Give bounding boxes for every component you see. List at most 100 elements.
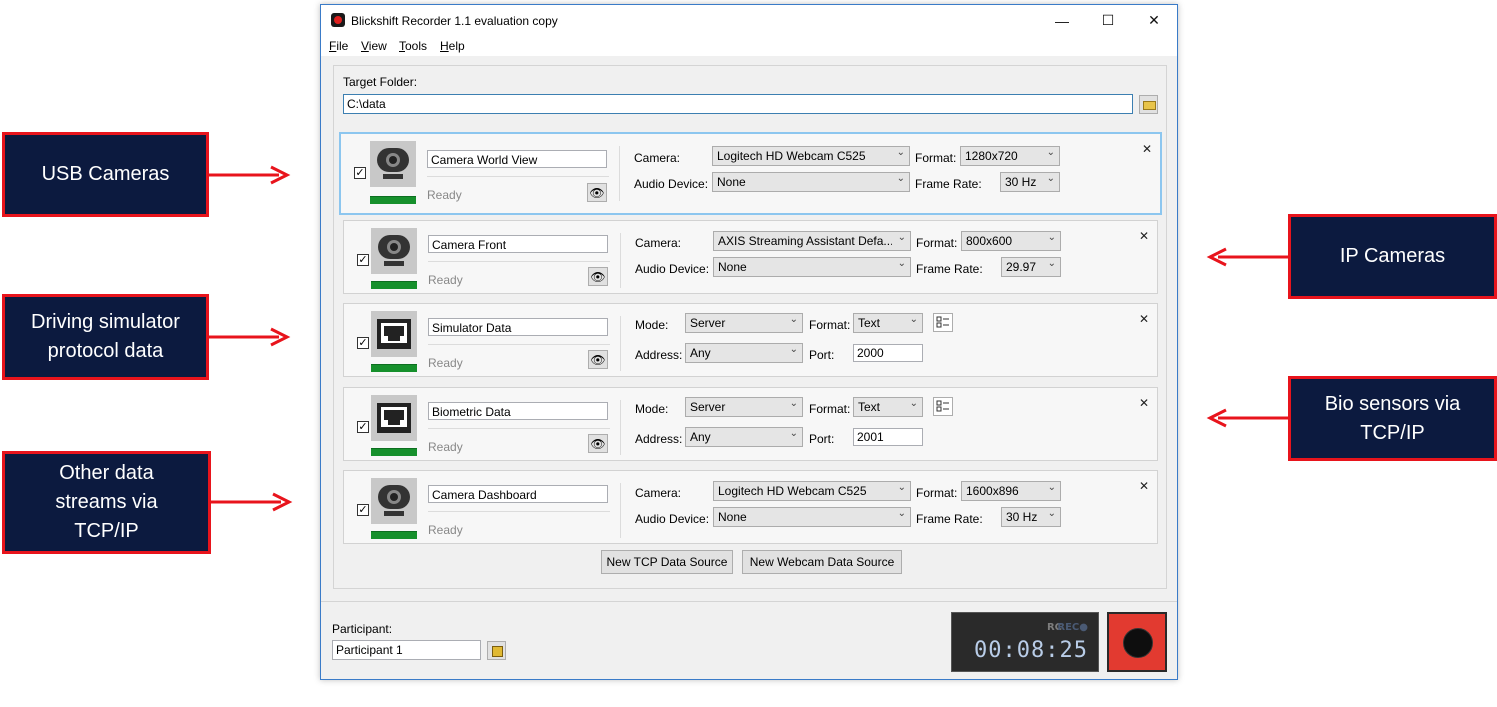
recording-timer-display: RC REC● 00:08:25 xyxy=(951,612,1099,672)
field-label: Address: xyxy=(635,432,683,446)
new-webcam-data-source-button[interactable]: New Webcam Data Source xyxy=(742,550,902,574)
frame-rate-select[interactable]: 30 Hz ⌄ xyxy=(1000,172,1060,192)
chevron-down-icon: ⌄ xyxy=(897,258,906,269)
camera-select[interactable]: Logitech HD Webcam C525 ⌄ xyxy=(713,481,911,501)
menu-label: ile xyxy=(336,39,349,53)
list-settings-button[interactable] xyxy=(933,397,953,416)
remove-source-button[interactable]: ✕ xyxy=(1139,229,1149,243)
select-value: 800x600 xyxy=(966,234,1013,248)
menu-file[interactable]: File xyxy=(329,39,348,53)
preview-button[interactable]: 👁 xyxy=(588,267,608,286)
select-value: 30 Hz xyxy=(1005,175,1037,189)
source-enabled-checkbox[interactable]: ✓ xyxy=(357,421,369,433)
camera-select[interactable]: Logitech HD Webcam C525 ⌄ xyxy=(712,146,910,166)
webcam-icon xyxy=(371,478,417,524)
format-select[interactable]: 1600x896 ⌄ xyxy=(961,481,1061,501)
source-name-input[interactable]: Camera World View xyxy=(427,150,607,168)
participant-label: Participant: xyxy=(332,622,393,636)
port-input[interactable]: 2000 xyxy=(853,344,923,362)
remove-source-button[interactable]: ✕ xyxy=(1139,479,1149,493)
maximize-button[interactable]: ☐ xyxy=(1085,5,1131,36)
audio-device-select[interactable]: None ⌄ xyxy=(712,172,910,192)
chevron-down-icon: ⌄ xyxy=(789,314,798,325)
preview-button[interactable]: 👁 xyxy=(588,350,608,369)
menu-tools[interactable]: Tools xyxy=(399,39,427,53)
source-enabled-checkbox[interactable]: ✓ xyxy=(354,167,366,179)
callout-usb-cameras: USB Cameras xyxy=(2,132,209,217)
menu-label: elp xyxy=(448,39,465,53)
rec-indicator: REC● xyxy=(1057,622,1088,633)
close-window-button[interactable]: ✕ xyxy=(1131,5,1177,36)
menu-view[interactable]: View xyxy=(361,39,387,53)
format-select[interactable]: Text ⌄ xyxy=(853,397,923,417)
app-window: Blickshift Recorder 1.1 evaluation copy … xyxy=(320,4,1178,680)
browse-folder-button[interactable] xyxy=(1139,95,1158,114)
source-name-input[interactable]: Biometric Data xyxy=(428,402,608,420)
divider xyxy=(428,511,610,512)
format-select[interactable]: 1280x720 ⌄ xyxy=(960,146,1060,166)
divider xyxy=(620,400,621,455)
port-input[interactable]: 2001 xyxy=(853,428,923,446)
select-value: Server xyxy=(690,400,726,414)
remove-source-button[interactable]: ✕ xyxy=(1139,312,1149,326)
save-participant-button[interactable] xyxy=(487,641,506,660)
format-select[interactable]: 800x600 ⌄ xyxy=(961,231,1061,251)
field-label: Address: xyxy=(635,348,683,362)
menu-accel: H xyxy=(440,39,449,53)
data-source-card: ✓ Camera World View Ready 👁 Camera: Logi… xyxy=(339,132,1162,215)
field-label: Format: xyxy=(916,236,958,250)
remove-source-button[interactable]: ✕ xyxy=(1139,396,1149,410)
data-source-card: ✓ Camera Front Ready 👁 Camera: AXIS Stre… xyxy=(343,220,1158,294)
list-settings-button[interactable] xyxy=(933,313,953,332)
address-select[interactable]: Any ⌄ xyxy=(685,427,803,447)
status-bar xyxy=(371,364,417,372)
audio-device-select[interactable]: None ⌄ xyxy=(713,507,911,527)
menu-help[interactable]: Help xyxy=(440,39,465,53)
target-folder-label: Target Folder: xyxy=(343,75,418,89)
select-value: AXIS Streaming Assistant Defa... xyxy=(718,234,892,248)
divider xyxy=(619,146,620,201)
frame-rate-select[interactable]: 30 Hz ⌄ xyxy=(1001,507,1061,527)
callout-other-streams: Other data streams via TCP/IP xyxy=(2,451,211,554)
divider xyxy=(620,483,621,538)
menu-bar: File View Tools Help xyxy=(321,36,1177,56)
preview-button[interactable]: 👁 xyxy=(588,434,608,453)
new-tcp-data-source-button[interactable]: New TCP Data Source xyxy=(601,550,733,574)
minimize-button[interactable]: — xyxy=(1039,5,1085,36)
target-folder-input[interactable]: C:\data xyxy=(343,94,1133,114)
source-name-input[interactable]: Camera Front xyxy=(428,235,608,253)
chevron-down-icon: ⌄ xyxy=(1046,147,1055,158)
participant-input[interactable]: Participant 1 xyxy=(332,640,481,660)
divider xyxy=(620,316,621,371)
source-name-input[interactable]: Camera Dashboard xyxy=(428,485,608,503)
record-button[interactable] xyxy=(1107,612,1167,672)
title-bar[interactable]: Blickshift Recorder 1.1 evaluation copy … xyxy=(321,5,1177,36)
format-select[interactable]: Text ⌄ xyxy=(853,313,923,333)
source-name-input[interactable]: Simulator Data xyxy=(428,318,608,336)
address-select[interactable]: Any ⌄ xyxy=(685,343,803,363)
remove-source-button[interactable]: ✕ xyxy=(1142,142,1152,156)
divider xyxy=(428,344,610,345)
chevron-down-icon: ⌄ xyxy=(1047,232,1056,243)
audio-device-select[interactable]: None ⌄ xyxy=(713,257,911,277)
callout-ip-cameras: IP Cameras xyxy=(1288,214,1497,299)
status-bar xyxy=(371,281,417,289)
source-enabled-checkbox[interactable]: ✓ xyxy=(357,254,369,266)
mode-select[interactable]: Server ⌄ xyxy=(685,397,803,417)
field-label: Audio Device: xyxy=(635,512,710,526)
callout-driving-simulator: Driving simulator protocol data xyxy=(2,294,209,380)
camera-select[interactable]: AXIS Streaming Assistant Defa... ⌄ xyxy=(713,231,911,251)
close-icon: ✕ xyxy=(1138,479,1149,493)
chevron-down-icon: ⌄ xyxy=(789,344,798,355)
mode-select[interactable]: Server ⌄ xyxy=(685,313,803,333)
select-value: Any xyxy=(690,346,711,360)
source-status: Ready xyxy=(428,356,463,370)
source-enabled-checkbox[interactable]: ✓ xyxy=(357,337,369,349)
source-enabled-checkbox[interactable]: ✓ xyxy=(357,504,369,516)
source-status: Ready xyxy=(428,440,463,454)
select-value: Server xyxy=(690,316,726,330)
frame-rate-select[interactable]: 29.97 ⌄ xyxy=(1001,257,1061,277)
close-icon: ✕ xyxy=(1138,312,1149,326)
preview-button[interactable]: 👁 xyxy=(587,183,607,202)
select-value: 30 Hz xyxy=(1006,510,1038,524)
